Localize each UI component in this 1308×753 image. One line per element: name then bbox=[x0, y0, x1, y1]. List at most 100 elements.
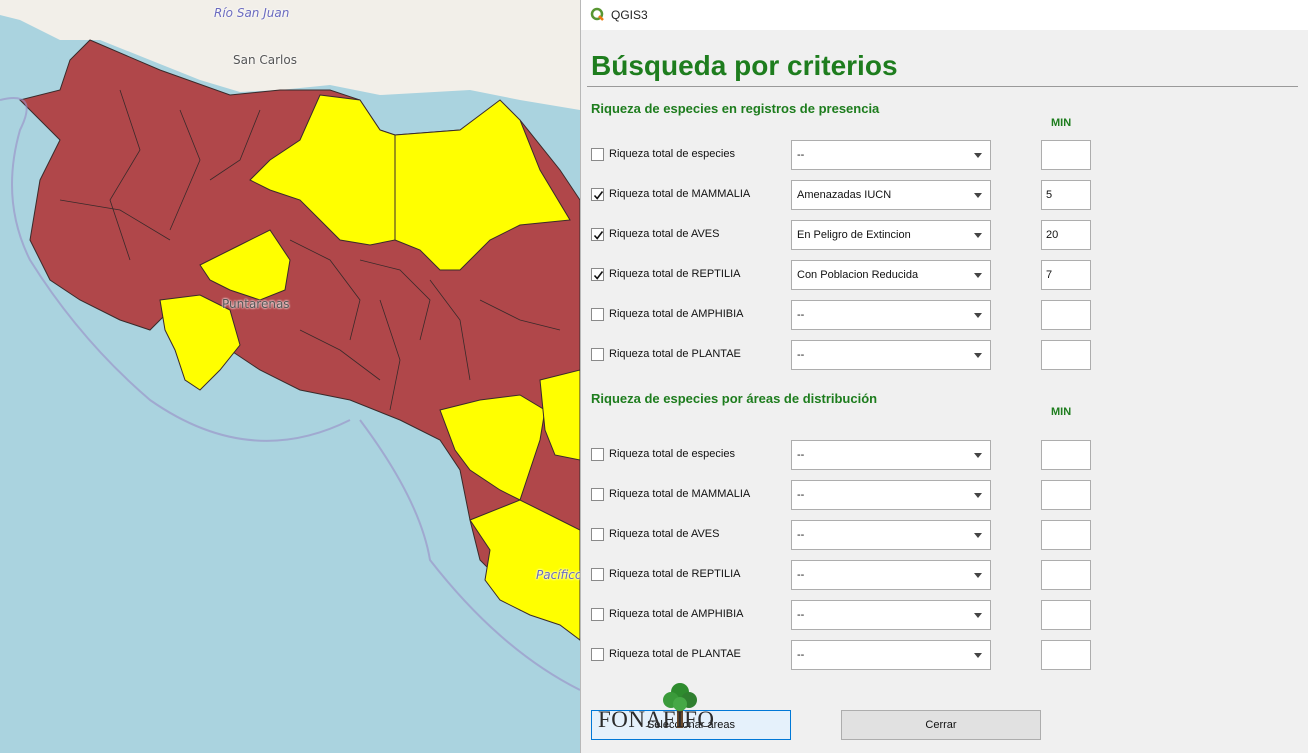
section-title-distribution: Riqueza de especies por áreas de distrib… bbox=[591, 391, 878, 406]
min-value-input[interactable] bbox=[1041, 640, 1091, 670]
combobox-value: -- bbox=[797, 529, 805, 541]
category-combobox[interactable]: -- bbox=[791, 300, 991, 330]
criteria-row: Riqueza total de PLANTAE -- bbox=[591, 340, 1291, 370]
chevron-down-icon bbox=[974, 153, 982, 158]
criteria-label: Riqueza total de AMPHIBIA bbox=[609, 608, 744, 620]
category-combobox[interactable]: Con Poblacion Reducida bbox=[791, 260, 991, 290]
map-canvas[interactable]: Río San Juan San Carlos Puntarenas Pacíf… bbox=[0, 0, 580, 753]
combobox-value: -- bbox=[797, 309, 805, 321]
category-combobox[interactable]: -- bbox=[791, 640, 991, 670]
criteria-row: Riqueza total de REPTILIA -- bbox=[591, 560, 1291, 590]
category-combobox[interactable]: -- bbox=[791, 560, 991, 590]
criteria-label: Riqueza total de especies bbox=[609, 148, 735, 160]
section-title-presence: Riqueza de especies en registros de pres… bbox=[591, 101, 880, 116]
logo-text: FONAFIFO bbox=[598, 707, 715, 732]
map-label-city: Puntarenas bbox=[222, 297, 290, 311]
category-combobox[interactable]: -- bbox=[791, 340, 991, 370]
combobox-value: -- bbox=[797, 609, 805, 621]
category-combobox[interactable]: En Peligro de Extincion bbox=[791, 220, 991, 250]
category-combobox[interactable]: -- bbox=[791, 140, 991, 170]
criteria-label: Riqueza total de especies bbox=[609, 448, 735, 460]
criteria-row: Riqueza total de REPTILIA Con Poblacion R… bbox=[591, 260, 1291, 290]
criteria-checkbox[interactable] bbox=[591, 308, 604, 321]
combobox-value: -- bbox=[797, 569, 805, 581]
combobox-value: -- bbox=[797, 449, 805, 461]
category-combobox[interactable]: -- bbox=[791, 480, 991, 510]
criteria-label: Riqueza total de MAMMALIA bbox=[609, 188, 751, 200]
combobox-value: -- bbox=[797, 349, 805, 361]
category-combobox[interactable]: -- bbox=[791, 440, 991, 470]
criteria-label: Riqueza total de AMPHIBIA bbox=[609, 308, 744, 320]
chevron-down-icon bbox=[974, 313, 982, 318]
min-value-input[interactable] bbox=[1041, 300, 1091, 330]
criteria-checkbox[interactable] bbox=[591, 488, 604, 501]
chevron-down-icon bbox=[974, 533, 982, 538]
min-value-input[interactable] bbox=[1041, 340, 1091, 370]
chevron-down-icon bbox=[974, 613, 982, 618]
criteria-checkbox[interactable] bbox=[591, 268, 604, 281]
min-value-text: 5 bbox=[1046, 189, 1053, 201]
criteria-checkbox[interactable] bbox=[591, 528, 604, 541]
qgis-logo-icon bbox=[590, 7, 604, 21]
min-value-input[interactable] bbox=[1041, 140, 1091, 170]
checkmark-icon bbox=[593, 231, 604, 240]
chevron-down-icon bbox=[974, 273, 982, 278]
map-label-ocean: Pacífico bbox=[536, 568, 580, 582]
chevron-down-icon bbox=[974, 453, 982, 458]
chevron-down-icon bbox=[974, 653, 982, 658]
divider bbox=[587, 86, 1298, 87]
dialog-heading: Búsqueda por criterios bbox=[591, 50, 898, 81]
criteria-label: Riqueza total de REPTILIA bbox=[609, 268, 741, 280]
criteria-label: Riqueza total de PLANTAE bbox=[609, 648, 741, 660]
criteria-checkbox[interactable] bbox=[591, 188, 604, 201]
chevron-down-icon bbox=[974, 493, 982, 498]
criteria-row: Riqueza total de AMPHIBIA -- bbox=[591, 600, 1291, 630]
category-combobox[interactable]: -- bbox=[791, 520, 991, 550]
combobox-value: -- bbox=[797, 489, 805, 501]
combobox-value: Amenazadas IUCN bbox=[797, 189, 892, 201]
min-value-text: 7 bbox=[1046, 269, 1053, 281]
title-bar[interactable]: QGIS3 bbox=[581, 0, 1308, 30]
fonafifo-logo: FONAFIFO bbox=[596, 680, 722, 750]
category-combobox[interactable]: Amenazadas IUCN bbox=[791, 180, 991, 210]
min-value-text: 20 bbox=[1046, 229, 1059, 241]
criteria-checkbox[interactable] bbox=[591, 228, 604, 241]
min-value-input[interactable] bbox=[1041, 560, 1091, 590]
min-value-input[interactable]: 20 bbox=[1041, 220, 1091, 250]
criteria-checkbox[interactable] bbox=[591, 348, 604, 361]
min-value-input[interactable] bbox=[1041, 520, 1091, 550]
min-value-input[interactable] bbox=[1041, 600, 1091, 630]
min-column-label: MIN bbox=[1051, 406, 1072, 418]
combobox-value: Con Poblacion Reducida bbox=[797, 269, 919, 281]
criteria-label: Riqueza total de PLANTAE bbox=[609, 348, 741, 360]
criteria-label: Riqueza total de AVES bbox=[609, 528, 720, 540]
checkmark-icon bbox=[593, 271, 604, 280]
category-combobox[interactable]: -- bbox=[791, 600, 991, 630]
map-svg bbox=[0, 0, 580, 753]
combobox-value: En Peligro de Extincion bbox=[797, 229, 911, 241]
min-value-input[interactable] bbox=[1041, 440, 1091, 470]
map-label-river: Río San Juan bbox=[214, 6, 290, 20]
min-value-input[interactable] bbox=[1041, 480, 1091, 510]
criteria-row: Riqueza total de PLANTAE -- bbox=[591, 640, 1291, 670]
criteria-row: Riqueza total de especies -- bbox=[591, 440, 1291, 470]
criteria-checkbox[interactable] bbox=[591, 648, 604, 661]
criteria-checkbox[interactable] bbox=[591, 608, 604, 621]
combobox-value: -- bbox=[797, 149, 805, 161]
checkmark-icon bbox=[593, 191, 604, 200]
combobox-value: -- bbox=[797, 649, 805, 661]
criteria-checkbox[interactable] bbox=[591, 148, 604, 161]
search-dialog: QGIS3 Búsqueda por criterios Riqueza de … bbox=[580, 0, 1308, 753]
min-column-label: MIN bbox=[1051, 117, 1072, 129]
criteria-row: Riqueza total de MAMMALIA -- bbox=[591, 480, 1291, 510]
criteria-label: Riqueza total de AVES bbox=[609, 228, 720, 240]
criteria-checkbox[interactable] bbox=[591, 568, 604, 581]
min-value-input[interactable]: 7 bbox=[1041, 260, 1091, 290]
window-title: QGIS3 bbox=[611, 8, 648, 22]
chevron-down-icon bbox=[974, 353, 982, 358]
criteria-checkbox[interactable] bbox=[591, 448, 604, 461]
close-button[interactable]: Cerrar bbox=[841, 710, 1041, 740]
criteria-row: Riqueza total de especies -- bbox=[591, 140, 1291, 170]
criteria-row: Riqueza total de AMPHIBIA -- bbox=[591, 300, 1291, 330]
min-value-input[interactable]: 5 bbox=[1041, 180, 1091, 210]
